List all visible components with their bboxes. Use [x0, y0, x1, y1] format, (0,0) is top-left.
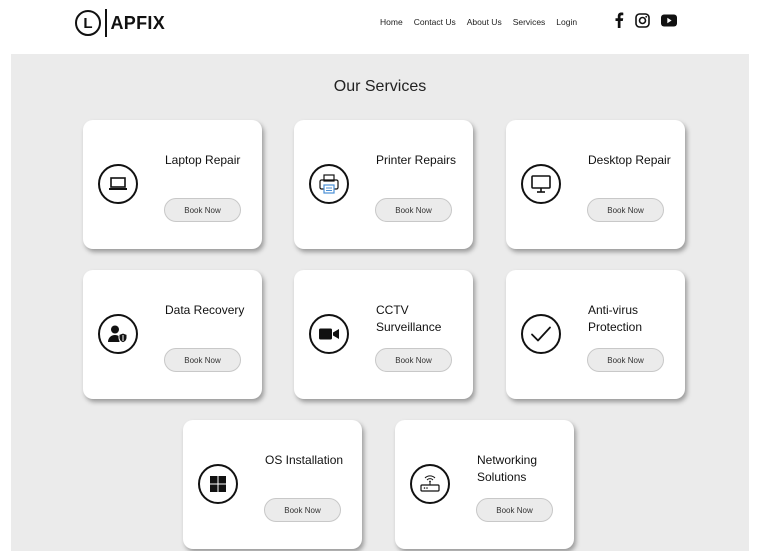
brand-name: APFIX	[110, 12, 166, 33]
book-now-button[interactable]: Book Now	[375, 198, 452, 222]
printer-icon	[309, 164, 349, 204]
service-card-data-recovery: Data Recovery Book Now	[83, 270, 262, 399]
instagram-icon[interactable]	[635, 12, 650, 28]
card-title: CCTV Surveillance	[376, 303, 442, 334]
social-links	[614, 12, 688, 28]
book-now-button[interactable]: Book Now	[164, 198, 241, 222]
card-title: Networking Solutions	[477, 453, 538, 484]
nav-home[interactable]: Home	[380, 16, 403, 28]
section-title: Our Services	[333, 78, 427, 95]
facebook-icon[interactable]	[614, 12, 624, 28]
logo-divider	[105, 9, 107, 37]
service-card-desktop-repair: Desktop Repair Book Now	[506, 120, 685, 249]
services-section: Our Services Laptop Repair Book Now Prin…	[11, 54, 749, 551]
book-now-button[interactable]: Book Now	[164, 348, 241, 372]
card-title: Desktop Repair	[588, 153, 671, 167]
service-card-printer-repairs: Printer Repairs Book Now	[294, 120, 473, 249]
book-now-button[interactable]: Book Now	[375, 348, 452, 372]
main-nav: Home Contact Us About Us Services Login	[380, 16, 588, 28]
card-title: Anti-virus Protection	[588, 303, 643, 334]
youtube-icon[interactable]	[661, 14, 677, 27]
nav-services[interactable]: Services	[513, 16, 546, 28]
router-icon	[410, 464, 450, 504]
checkmark-icon	[521, 314, 561, 354]
video-camera-icon	[309, 314, 349, 354]
windows-icon	[198, 464, 238, 504]
service-card-os-installation: OS Installation Book Now	[183, 420, 362, 549]
book-now-button[interactable]: Book Now	[476, 498, 553, 522]
service-card-laptop-repair: Laptop Repair Book Now	[83, 120, 262, 249]
user-shield-icon	[98, 314, 138, 354]
laptop-icon	[98, 164, 138, 204]
site-header: L APFIX Home Contact Us About Us Service…	[0, 0, 761, 54]
brand-logo[interactable]: L APFIX	[75, 9, 165, 37]
nav-contact-us[interactable]: Contact Us	[414, 16, 456, 28]
card-title: Printer Repairs	[376, 153, 457, 167]
book-now-button[interactable]: Book Now	[587, 198, 664, 222]
card-title: OS Installation	[265, 453, 344, 467]
service-card-antivirus-protection: Anti-virus Protection Book Now	[506, 270, 685, 399]
book-now-button[interactable]: Book Now	[587, 348, 664, 372]
card-title: Data Recovery	[165, 303, 245, 317]
nav-login[interactable]: Login	[556, 16, 577, 28]
service-card-networking-solutions: Networking Solutions Book Now	[395, 420, 574, 549]
service-card-cctv-surveillance: CCTV Surveillance Book Now	[294, 270, 473, 399]
card-title: Laptop Repair	[165, 153, 241, 167]
logo-mark: L	[75, 10, 101, 36]
book-now-button[interactable]: Book Now	[264, 498, 341, 522]
desktop-icon	[521, 164, 561, 204]
nav-about-us[interactable]: About Us	[467, 16, 502, 28]
